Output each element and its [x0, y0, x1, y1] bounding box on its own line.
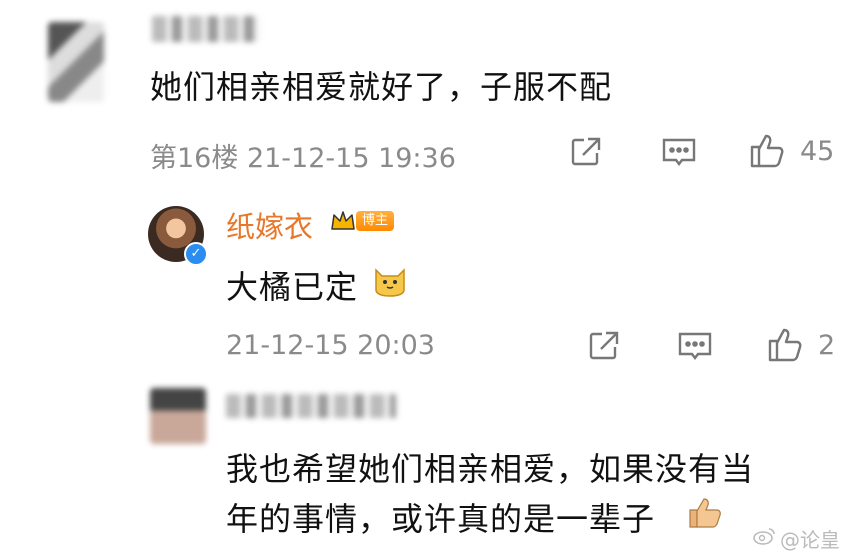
like-icon[interactable] [748, 130, 788, 170]
comment-text-line2: 年的事情，或许真的是一辈子 [226, 500, 656, 538]
reply-text: 大橘已定 [226, 268, 359, 306]
username[interactable] [226, 394, 396, 418]
share-icon[interactable] [586, 328, 622, 364]
avatar[interactable] [150, 388, 206, 444]
reply-author[interactable]: 纸嫁衣 [226, 204, 313, 246]
crown-icon [330, 209, 356, 233]
blogger-badge: 博主 [330, 209, 395, 233]
username[interactable] [152, 16, 260, 42]
comment-text-line1: 我也希望她们相亲相爱，如果没有当 [226, 450, 755, 488]
comment-text: 她们相亲相爱就好了，子服不配 [150, 68, 613, 106]
comment-icon[interactable] [676, 328, 714, 364]
share-icon[interactable] [568, 134, 604, 170]
reply-time: 21-12-15 20:03 [226, 330, 435, 361]
watermark: @论皇 [780, 528, 840, 552]
comment-floor-time: 第16楼 21-12-15 19:36 [150, 143, 456, 174]
blogger-tag: 博主 [356, 211, 395, 231]
comment-icon[interactable] [660, 134, 698, 170]
weibo-logo-icon [752, 526, 776, 546]
like-count: 2 [818, 330, 836, 361]
like-icon[interactable] [766, 324, 806, 364]
verified-icon: ✓ [184, 242, 208, 266]
like-count: 45 [800, 136, 835, 167]
cat-emoji-icon [370, 264, 410, 298]
avatar[interactable] [48, 22, 104, 102]
thumbs-up-emoji-icon [686, 494, 726, 530]
